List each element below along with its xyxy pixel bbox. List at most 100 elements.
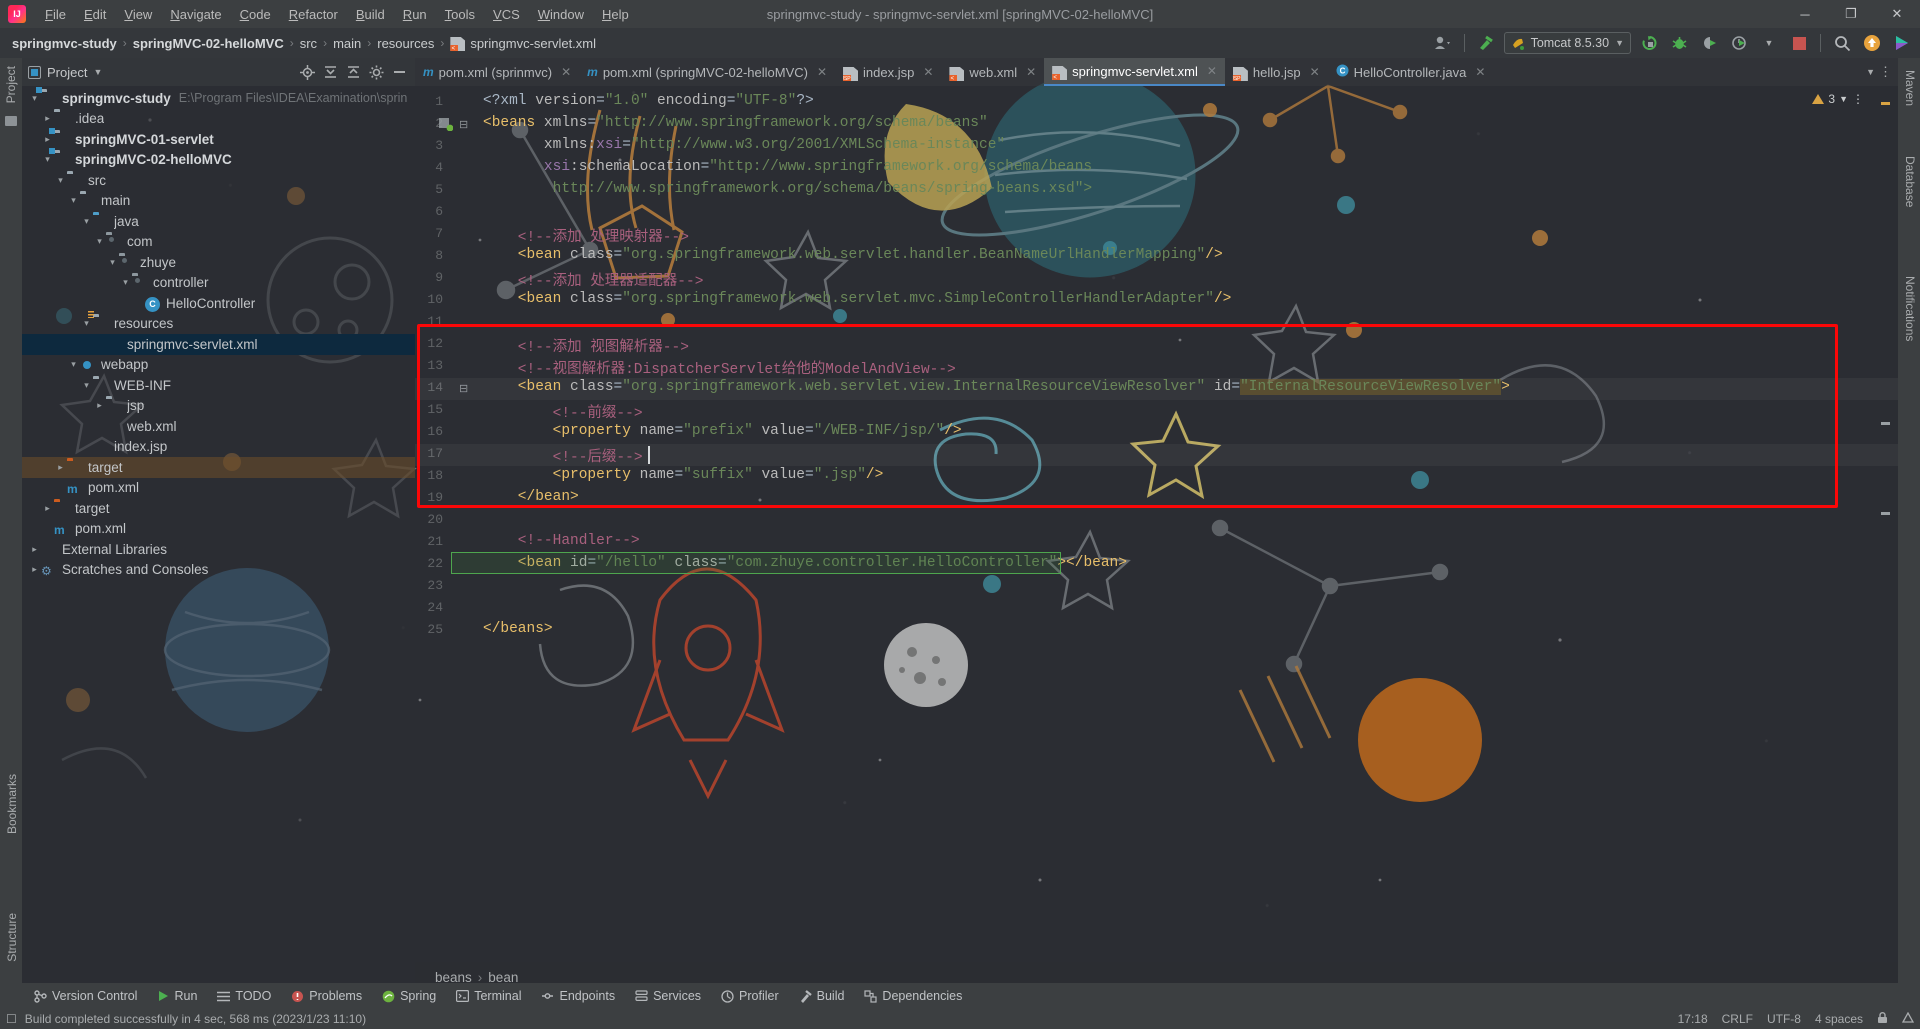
tree-node-hellocontroller[interactable]: C HelloController (22, 293, 415, 314)
breadcrumb[interactable]: springmvc-study › springMVC-02-helloMVC › sr… (8, 34, 600, 53)
breadcrumb-item-4[interactable]: resources (373, 34, 438, 53)
breadcrumb-item-0[interactable]: springmvc-study (8, 34, 121, 53)
tree-node-com[interactable]: ▾ com (22, 232, 415, 253)
chevron-right-icon[interactable]: ▸ (28, 544, 41, 555)
tree-node--idea[interactable]: ▸ .idea (22, 109, 415, 130)
maximize-button[interactable]: ❐ (1828, 0, 1874, 28)
chevron-down-icon[interactable]: ▾ (80, 318, 93, 329)
chevron-down-icon[interactable]: ▾ (80, 216, 93, 227)
menu-item-vcs[interactable]: VCS (484, 3, 529, 26)
spring-bean-gutter-icon[interactable] (439, 118, 454, 132)
chevron-down-icon[interactable]: ▼ (1866, 67, 1875, 77)
rail-item-database[interactable]: Database (1899, 148, 1920, 215)
window-controls[interactable]: ─ ❐ ✕ (1782, 0, 1920, 28)
tree-node-src[interactable]: ▾ src (22, 170, 415, 191)
chevron-down-icon[interactable]: ▾ (119, 277, 132, 288)
chevron-right-icon[interactable]: ▸ (41, 134, 54, 145)
editor-tab-web-xml[interactable]: < web.xml ✕ (941, 58, 1044, 86)
tool-window-endpoints[interactable]: Endpoints (531, 986, 625, 1006)
chevron-right-icon[interactable]: ▸ (93, 400, 106, 411)
tree-node-java[interactable]: ▾ java (22, 211, 415, 232)
editor-tab-springmvc-servlet-xml[interactable]: < springmvc-servlet.xml ✕ (1044, 58, 1225, 86)
editor-tab-pom-xml-springmvc-02-hellomvc-[interactable]: m pom.xml (springMVC-02-helloMVC) ✕ (579, 58, 835, 86)
inspection-icon[interactable] (1901, 1011, 1915, 1027)
tree-node-jsp[interactable]: ▸ jsp (22, 396, 415, 417)
menu-item-code[interactable]: Code (231, 3, 280, 26)
tree-node-springmvc-01-servlet[interactable]: ▸ springMVC-01-servlet (22, 129, 415, 150)
tab-close-icon[interactable]: ✕ (923, 65, 933, 79)
minimize-button[interactable]: ─ (1782, 0, 1828, 28)
close-button[interactable]: ✕ (1874, 0, 1920, 28)
user-icon[interactable] (1431, 32, 1455, 54)
rail-item-structure[interactable]: Structure (1, 905, 23, 970)
tool-window-build[interactable]: Build (789, 986, 855, 1006)
menu-item-tools[interactable]: Tools (436, 3, 484, 26)
tree-node-springmvc-02-hellomvc[interactable]: ▾ springMVC-02-helloMVC (22, 150, 415, 171)
breadcrumb-item-5[interactable]: < springmvc-servlet.xml (446, 34, 600, 53)
tree-node-scratches-and-consoles[interactable]: ▸ ⚙ Scratches and Consoles (22, 560, 415, 581)
menu-item-window[interactable]: Window (529, 3, 593, 26)
deploy-icon[interactable] (1697, 32, 1721, 54)
line-separator[interactable]: CRLF (1722, 1012, 1753, 1026)
expand-all-icon[interactable] (320, 62, 340, 82)
menu-item-view[interactable]: View (115, 3, 161, 26)
tree-node-index-jsp[interactable]: JSP index.jsp (22, 437, 415, 458)
ide-icon[interactable] (1890, 32, 1914, 54)
tab-close-icon[interactable]: ✕ (561, 65, 571, 79)
tool-window-bar[interactable]: Version Control Run TODO Problems Spring Term… (0, 983, 1920, 1009)
line-number[interactable]: 10 (417, 292, 443, 307)
line-number[interactable]: 25 (417, 622, 443, 637)
line-number[interactable]: 22 (417, 556, 443, 571)
tree-node-pom-xml[interactable]: m pom.xml (22, 478, 415, 499)
editor-tab-pom-xml-sprinmvc-[interactable]: m pom.xml (sprinmvc) ✕ (415, 58, 579, 86)
tool-window-todo[interactable]: TODO (207, 986, 281, 1006)
line-number[interactable]: 6 (417, 204, 443, 219)
tool-window-terminal[interactable]: Terminal (446, 986, 531, 1006)
line-number[interactable]: 21 (417, 534, 443, 549)
breadcrumb-item-3[interactable]: main (329, 34, 365, 53)
tool-window-run[interactable]: Run (147, 986, 207, 1006)
line-number[interactable]: 5 (417, 182, 443, 197)
editor-tab-bar[interactable]: m pom.xml (sprinmvc) ✕ m pom.xml (springMVC-… (415, 58, 1898, 86)
chevron-down-icon[interactable]: ▾ (106, 257, 119, 268)
tree-node-web-xml[interactable]: < web.xml (22, 416, 415, 437)
tree-node-external-libraries[interactable]: ▸ External Libraries (22, 539, 415, 560)
folder-icon[interactable] (0, 111, 22, 131)
menu-item-refactor[interactable]: Refactor (280, 3, 347, 26)
profiler-icon[interactable] (1727, 32, 1751, 54)
tool-window-problems[interactable]: Problems (281, 986, 372, 1006)
chevron-down-icon[interactable]: ▾ (67, 359, 80, 370)
line-number[interactable]: 20 (417, 512, 443, 527)
tree-node-pom-xml[interactable]: m pom.xml (22, 519, 415, 540)
tool-window-spring[interactable]: Spring (372, 986, 446, 1006)
tree-node-web-inf[interactable]: ▾ WEB-INF (22, 375, 415, 396)
rail-item-maven[interactable]: Maven (1899, 62, 1920, 114)
tree-node-webapp[interactable]: ▾ webapp (22, 355, 415, 376)
debug-icon[interactable] (1667, 32, 1691, 54)
rerun-icon[interactable] (1637, 32, 1661, 54)
chevron-down-icon[interactable]: ▼ (93, 67, 102, 77)
stop-icon[interactable] (1787, 32, 1811, 54)
chevron-right-icon[interactable]: ▸ (41, 113, 54, 124)
breadcrumb-item-2[interactable]: src (296, 34, 321, 53)
tool-window-services[interactable]: Services (625, 986, 711, 1006)
locate-icon[interactable] (297, 62, 317, 82)
tree-node-target[interactable]: ▸ target (22, 457, 415, 478)
tree-node-zhuye[interactable]: ▾ zhuye (22, 252, 415, 273)
lock-icon[interactable] (1877, 1011, 1888, 1027)
tab-close-icon[interactable]: ✕ (1475, 65, 1485, 79)
more-vertical-icon[interactable]: ⋮ (1852, 92, 1864, 106)
collapse-all-icon[interactable] (343, 62, 363, 82)
run-configuration-selector[interactable]: Tomcat 8.5.30 ▼ (1503, 32, 1631, 54)
line-number[interactable]: 1 (417, 94, 443, 109)
chevron-down-icon[interactable]: ▾ (67, 195, 80, 206)
code-fold-icon[interactable]: ⊟ (459, 118, 468, 131)
tool-window-profiler[interactable]: Profiler (711, 986, 789, 1006)
menu-item-navigate[interactable]: Navigate (161, 3, 230, 26)
editor-tab-hello-jsp[interactable]: JSP hello.jsp ✕ (1225, 58, 1328, 86)
tool-window-version-control[interactable]: Version Control (24, 986, 147, 1006)
line-number[interactable]: 3 (417, 138, 443, 153)
chevron-down-icon[interactable]: ▼ (1615, 38, 1624, 48)
editor-tab-hellocontroller-java[interactable]: C HelloController.java ✕ (1328, 58, 1494, 86)
line-number[interactable]: 7 (417, 226, 443, 241)
